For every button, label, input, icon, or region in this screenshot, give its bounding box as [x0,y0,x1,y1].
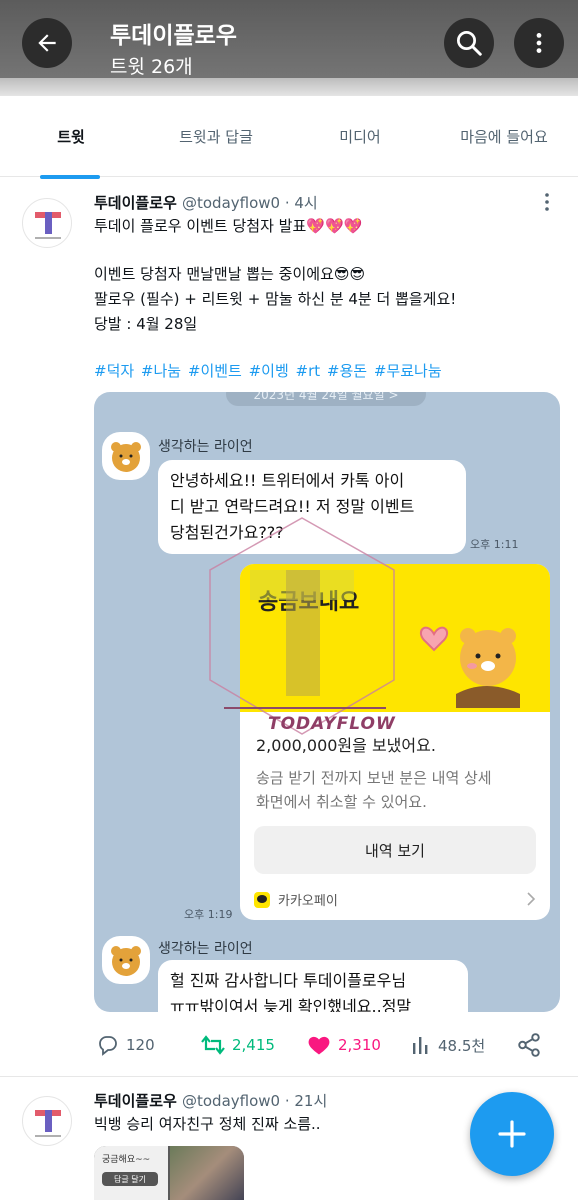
active-tab-indicator [40,175,100,179]
like-button[interactable]: 2,310 [306,1030,381,1060]
todayflow-logo-icon [35,212,61,239]
heart-filled-icon [308,1036,330,1055]
search-icon [457,31,482,56]
arrow-left-icon [38,34,56,52]
avatar[interactable] [22,198,72,248]
retweet-button[interactable]: 2,415 [200,1030,275,1060]
chat-message-bubble: 헐 진짜 감사합니다 투데이플로우님 ㅠㅠ밖이여서 늦게 확인했네요..정말 [158,960,468,1012]
back-button[interactable] [22,18,72,68]
chat-sender-name: 생각하는 라이언 [158,439,253,455]
reply-icon [99,1036,117,1056]
tweet-divider [0,1076,578,1077]
chat-timestamp: 오후 1:19 [184,908,233,921]
tweet-text-line: 투데이 플로우 이벤트 당첨자 발표💖💖💖 [94,217,363,235]
tweet-author-name[interactable]: 투데이플로우 [94,192,177,213]
ryan-heart-sticker-icon [420,626,520,708]
chat-avatar [102,936,150,984]
top-app-bar: 투데이플로우 트윗 26개 [0,0,578,96]
chat-avatar [102,432,150,480]
kakaopay-footer: 카카오페이 [254,890,338,909]
tweet-handle-time: @todayflow0 · 21시 [182,1092,328,1110]
watermark-text: TODAYFLOW [268,714,396,734]
tab-likes[interactable]: 마음에 들어요 [430,96,578,177]
chevron-right-icon [527,892,536,906]
reply-button[interactable]: 120 [96,1030,155,1060]
retweet-icon [201,1035,225,1055]
tab-media[interactable]: 미디어 [290,96,430,177]
tab-tweets[interactable]: 트윗 [0,96,142,177]
tab-tweets-replies[interactable]: 트윗과 답글 [142,96,290,177]
description-line: 송금 받기 전까지 보낸 분은 내역 상세 [256,769,492,787]
tweet-media-thumbnail[interactable]: 궁금해요~~ 답글 달기 [94,1146,244,1200]
tweet-count: 트윗 26개 [110,56,193,78]
chat-timestamp: 오후 1:11 [470,538,519,551]
like-count: 2,310 [338,1036,381,1054]
view-history-button[interactable]: 내역 보기 [254,826,536,874]
chat-date-pill: 2023년 4월 24일 월요일 > [226,392,426,406]
avatar[interactable] [22,1096,72,1146]
reply-count: 120 [126,1036,155,1054]
share-icon[interactable] [516,1032,542,1058]
vertical-dots-icon [536,33,542,53]
todayflow-logo-icon [35,1110,61,1137]
search-button[interactable] [444,18,494,68]
more-button[interactable] [514,18,564,68]
plus-icon [498,1120,526,1148]
tweet-author-name[interactable]: 투데이플로우 [94,1090,177,1111]
retweet-count: 2,415 [232,1036,275,1054]
views-button[interactable]: 48.5천 [410,1030,485,1060]
kakaopay-label: 카카오페이 [278,894,338,909]
view-count: 48.5천 [438,1036,486,1055]
compose-tweet-button[interactable] [470,1092,554,1176]
thumbnail-reply-button: 답글 달기 [102,1172,158,1186]
ryan-character-icon [111,946,141,976]
ryan-character-icon [111,442,141,472]
profile-tabs: 트윗 트윗과 답글 미디어 마음에 들어요 [0,96,578,177]
banner-strip [0,78,578,96]
transfer-description: 송금 받기 전까지 보낸 분은 내역 상세 화면에서 취소할 수 있어요. [256,766,492,814]
tweet-text-line: 당발 : 4월 28일 [94,315,198,333]
profile-name: 투데이플로우 [110,23,237,49]
tweet-media-image[interactable]: 2023년 4월 24일 월요일 > 생각하는 라이언 안녕하세요!! 트위터에… [94,392,560,1012]
tweet-more-icon[interactable] [538,192,556,212]
tweet-text-line: 빅뱅 승리 여자친구 정체 진짜 소름.. [94,1115,321,1133]
todayflow-watermark-icon [209,517,395,735]
tweet-handle-time: @todayflow0 · 4시 [182,194,318,212]
description-line: 화면에서 취소할 수 있어요. [256,793,427,811]
chat-sender-name: 생각하는 라이언 [158,941,253,957]
kakaopay-icon [254,891,270,908]
thumbnail-text: 궁금해요~~ [102,1155,151,1165]
chat-message-line: 헐 진짜 감사합니다 투데이플로우님 [170,971,407,990]
chat-message-line: 안녕하세요!! 트위터에서 카톡 아이 [170,471,405,490]
bar-chart-icon [413,1037,428,1054]
thumbnail-photo [170,1146,244,1200]
thumbnail-panel: 궁금해요~~ 답글 달기 [94,1146,168,1200]
hashtag-list[interactable]: #덕자 #나눔 #이벤트 #이벵 #rt #용돈 #무료나눔 [94,360,442,381]
tweet-text-line: 이벤트 당첨자 맨날맨날 뽑는 중이에요😎😎 [94,265,366,283]
chat-message-line: ㅠㅠ밖이여서 늦게 확인했네요..정말 [170,997,412,1012]
tweet-text-line: 팔로우 (필수) + 리트윗 + 맘눌 하신 분 4분 더 뽑을게요! [94,290,457,308]
